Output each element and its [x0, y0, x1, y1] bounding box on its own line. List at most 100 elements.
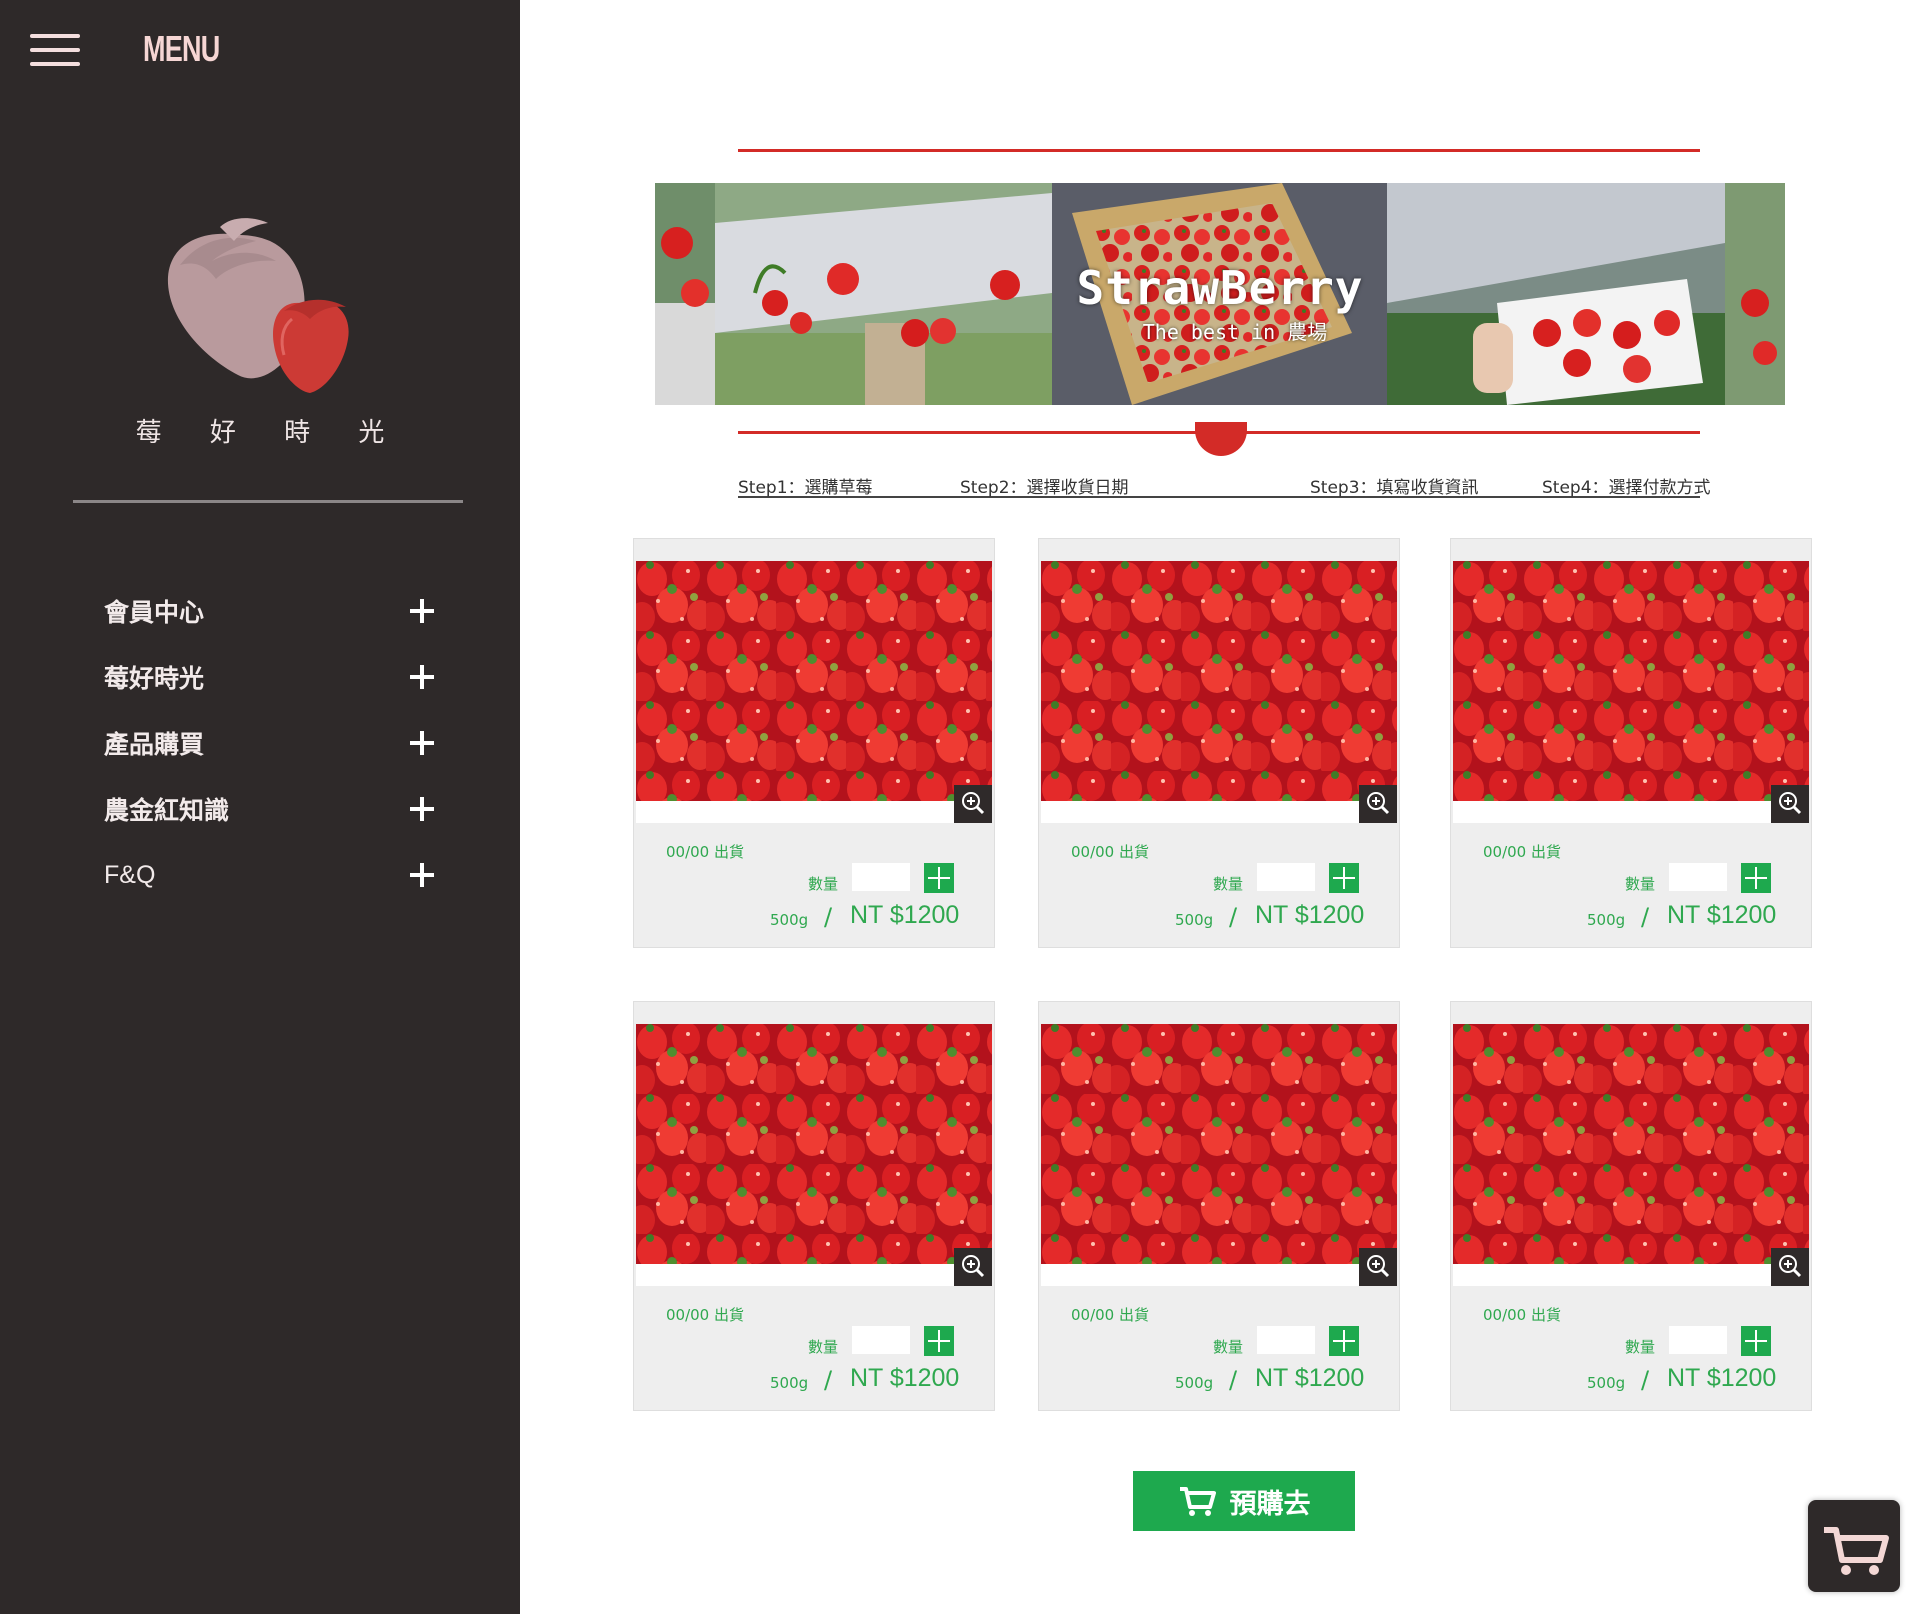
zoom-in-icon[interactable]: [1771, 1248, 1809, 1286]
banner-photo-1: [715, 183, 1052, 405]
ship-date: 00/00 出貨: [1483, 843, 1561, 861]
banner-top-line: [738, 149, 1700, 152]
checkout-steps: Step1：選購草莓 Step2：選擇收貨日期 Step3：填寫收貨資訊 Ste…: [738, 470, 1711, 498]
sidebar-item-about[interactable]: 莓好時光: [104, 644, 444, 710]
ship-date: 00/00 出貨: [666, 1306, 744, 1324]
ship-date: 00/00 出貨: [1071, 843, 1149, 861]
sidebar-item-knowledge[interactable]: 農金紅知識: [104, 776, 444, 842]
plus-icon[interactable]: [410, 731, 434, 755]
product-weight: 500g: [770, 911, 809, 929]
sidebar-item-label: 會員中心: [104, 598, 205, 627]
zoom-in-icon[interactable]: [954, 1248, 992, 1286]
product-card: 00/00 出貨 數量 500g / NT $1200: [1450, 538, 1812, 948]
product-image[interactable]: [1453, 1024, 1809, 1264]
sidebar-nav: 會員中心 莓好時光 產品購買 農金紅知識 F&Q: [104, 578, 444, 908]
banner-title: StrawBerry: [1076, 261, 1364, 315]
add-quantity-button[interactable]: [1329, 863, 1359, 893]
add-quantity-button[interactable]: [1329, 1326, 1359, 1356]
product-weight: 500g: [1175, 1374, 1214, 1392]
add-quantity-button[interactable]: [924, 863, 954, 893]
product-image[interactable]: [1453, 561, 1809, 801]
hamburger-icon[interactable]: [30, 34, 80, 66]
step-1[interactable]: Step1：選購草莓: [738, 473, 873, 498]
preorder-button[interactable]: 預購去: [1133, 1471, 1355, 1531]
zoom-in-icon[interactable]: [1359, 1248, 1397, 1286]
product-card: 00/00 出貨 數量 500g / NT $1200: [1450, 1001, 1812, 1411]
product-price: NT $1200: [1667, 1364, 1777, 1392]
product-image[interactable]: [636, 561, 992, 801]
brand-name: 莓 好 時 光: [135, 418, 405, 448]
step-4[interactable]: Step4：選擇付款方式: [1542, 473, 1711, 498]
quantity-input[interactable]: [1669, 863, 1727, 891]
quantity-input[interactable]: [1257, 1326, 1315, 1354]
sidebar-item-label: 產品購買: [104, 730, 205, 759]
product-image[interactable]: [1041, 561, 1397, 801]
price-separator: /: [1641, 903, 1650, 931]
product-card: 00/00 出貨 數量 500g / NT $1200: [1038, 538, 1400, 948]
sidebar-item-shop[interactable]: 產品購買: [104, 710, 444, 776]
preorder-label: 預購去: [1229, 1488, 1311, 1520]
product-weight: 500g: [1175, 911, 1214, 929]
sidebar-item-label: F&Q: [104, 860, 156, 889]
quantity-label: 數量: [1625, 1338, 1656, 1356]
ship-date: 00/00 出貨: [666, 843, 744, 861]
sidebar-item-label: 莓好時光: [104, 664, 205, 693]
quantity-label: 數量: [1213, 875, 1244, 893]
banner-photo-right-edge: [1725, 183, 1785, 405]
zoom-in-icon[interactable]: [1359, 785, 1397, 823]
price-separator: /: [1229, 903, 1238, 931]
menu-label[interactable]: MENU: [143, 28, 220, 70]
product-weight: 500g: [1587, 911, 1626, 929]
sidebar-item-faq[interactable]: F&Q: [104, 842, 444, 908]
add-quantity-button[interactable]: [1741, 863, 1771, 893]
quantity-input[interactable]: [852, 1326, 910, 1354]
zoom-in-icon[interactable]: [954, 785, 992, 823]
step-3[interactable]: Step3：填寫收貨資訊: [1310, 473, 1479, 498]
product-card: 00/00 出貨 數量 500g / NT $1200: [633, 538, 995, 948]
product-price: NT $1200: [850, 1364, 960, 1392]
cart-icon: [1179, 1487, 1216, 1516]
ship-date: 00/00 出貨: [1483, 1306, 1561, 1324]
banner: StrawBerry The best in 農場: [655, 183, 1785, 405]
quantity-label: 數量: [1625, 875, 1656, 893]
quantity-label: 數量: [808, 1338, 839, 1356]
quantity-input[interactable]: [1257, 863, 1315, 891]
quantity-label: 數量: [808, 875, 839, 893]
plus-icon[interactable]: [410, 797, 434, 821]
product-image[interactable]: [636, 1024, 992, 1264]
strawberry-logo: [167, 218, 349, 393]
product-card: 00/00 出貨 數量 500g / NT $1200: [633, 1001, 995, 1411]
price-separator: /: [1641, 1366, 1650, 1394]
sidebar-item-label: 農金紅知識: [104, 796, 230, 825]
quantity-label: 數量: [1213, 1338, 1244, 1356]
cart-icon: [1824, 1527, 1889, 1575]
sidebar-item-member[interactable]: 會員中心: [104, 578, 444, 644]
sidebar: MENU 莓 好 時 光 會員中心 莓好時光 產品購買 農金紅知識 F&Q: [0, 0, 520, 1614]
plus-icon[interactable]: [410, 665, 434, 689]
product-weight: 500g: [1587, 1374, 1626, 1392]
product-price: NT $1200: [1667, 901, 1777, 929]
sidebar-divider: [73, 500, 463, 503]
product-weight: 500g: [770, 1374, 809, 1392]
product-price: NT $1200: [1255, 1364, 1365, 1392]
plus-icon[interactable]: [410, 863, 434, 887]
quantity-input[interactable]: [852, 863, 910, 891]
product-price: NT $1200: [850, 901, 960, 929]
price-separator: /: [1229, 1366, 1238, 1394]
step-2[interactable]: Step2：選擇收貨日期: [960, 473, 1129, 498]
progress-indicator: [1195, 422, 1247, 456]
add-quantity-button[interactable]: [924, 1326, 954, 1356]
add-quantity-button[interactable]: [1741, 1326, 1771, 1356]
banner-photo-left-edge: [655, 183, 715, 405]
quantity-input[interactable]: [1669, 1326, 1727, 1354]
ship-date: 00/00 出貨: [1071, 1306, 1149, 1324]
zoom-in-icon[interactable]: [1771, 785, 1809, 823]
price-separator: /: [824, 1366, 833, 1394]
banner-photo-3: [1387, 183, 1725, 405]
banner-subtitle: The best in 農場: [1142, 320, 1328, 344]
product-card: 00/00 出貨 數量 500g / NT $1200: [1038, 1001, 1400, 1411]
floating-cart-button[interactable]: [1808, 1500, 1900, 1592]
plus-icon[interactable]: [410, 599, 434, 623]
product-image[interactable]: [1041, 1024, 1397, 1264]
price-separator: /: [824, 903, 833, 931]
